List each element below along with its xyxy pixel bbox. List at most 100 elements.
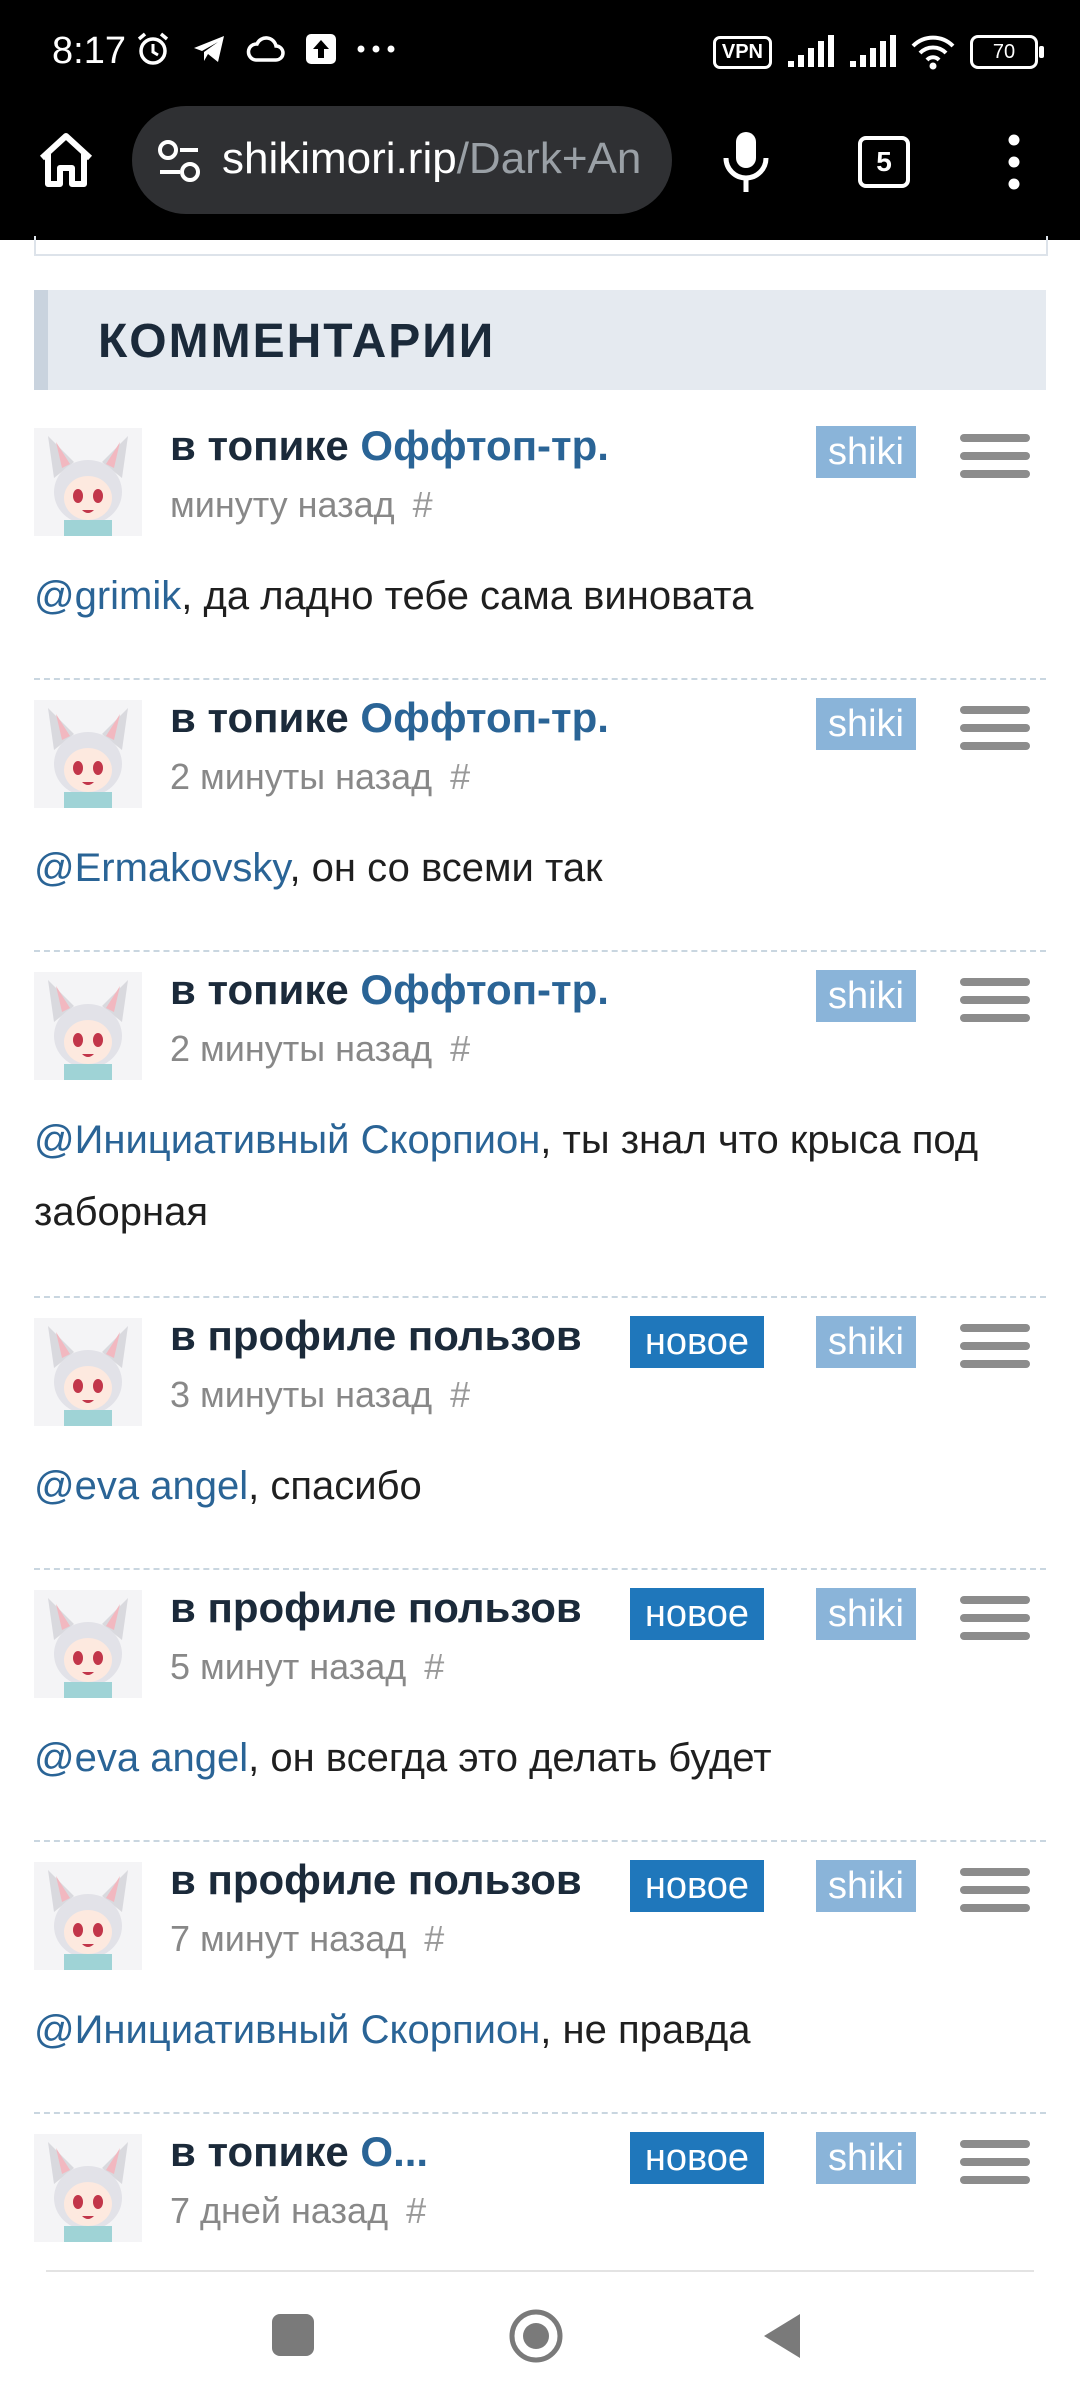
comment-time-text[interactable]: 3 минуты назад: [170, 1374, 432, 1415]
comment-time: 2 минуты назад #: [170, 756, 470, 798]
system-navigation-bar: [0, 2270, 1080, 2400]
shiki-badge: shiki: [816, 970, 916, 1022]
signal-icon: [788, 35, 834, 67]
comment-text: @Инициативный Скорпион, не правда: [34, 1994, 1044, 2066]
comment-meta: в профиле пользова: [170, 1584, 580, 1632]
comment-prefix: в профиле пользова: [170, 1312, 580, 1359]
user-mention[interactable]: @grimik: [34, 574, 181, 618]
user-mention[interactable]: @eva angel: [34, 1736, 248, 1780]
permalink-hash[interactable]: #: [424, 1918, 444, 1959]
user-mention[interactable]: @Инициативный Скорпион: [34, 1118, 540, 1162]
more-options-icon[interactable]: [996, 132, 1032, 192]
shiki-badge: shiki: [816, 426, 916, 478]
comment-time: 7 дней назад #: [170, 2190, 426, 2232]
comment-meta: в топике Оффтоп-тр...: [170, 422, 610, 470]
site-settings-icon[interactable]: [154, 136, 204, 186]
more-notifications-icon: [357, 45, 395, 53]
avatar[interactable]: [34, 1318, 142, 1426]
upload-icon: [306, 34, 336, 64]
avatar[interactable]: [34, 428, 142, 536]
topic-link[interactable]: О...: [360, 2128, 428, 2175]
comment-meta: в топике О...: [170, 2128, 580, 2176]
home-icon[interactable]: [34, 128, 98, 192]
wifi-icon: [911, 35, 955, 70]
new-badge: новое: [630, 1860, 764, 1912]
address-bar[interactable]: shikimori.rip/Dark+An: [132, 106, 672, 214]
avatar[interactable]: [34, 2134, 142, 2242]
comment-time: минуту назад #: [170, 484, 433, 526]
comment-menu-button[interactable]: [960, 1324, 1030, 1380]
user-mention[interactable]: @Ermakovsky: [34, 846, 289, 890]
comment-time-text[interactable]: 5 минут назад: [170, 1646, 406, 1687]
comment-item: в топике Оффтоп-тр... 2 минуты назад # sh…: [0, 682, 1080, 954]
telegram-icon: [194, 36, 224, 62]
comment-text: @eva angel, он всегда это делать будет: [34, 1722, 1044, 1794]
comment-body: , он всегда это делать будет: [248, 1736, 772, 1780]
comment-prefix: в топике: [170, 422, 361, 469]
topic-link[interactable]: Оффтоп-тр...: [360, 966, 610, 1013]
status-notification-icons: [134, 30, 396, 68]
comment-prefix: в профиле пользова: [170, 1584, 580, 1631]
comment-time-text[interactable]: 7 дней назад: [170, 2190, 388, 2231]
comment-time: 3 минуты назад #: [170, 1374, 470, 1416]
shiki-badge: shiki: [816, 698, 916, 750]
permalink-hash[interactable]: #: [406, 2190, 426, 2231]
shiki-badge: shiki: [816, 1860, 916, 1912]
vpn-icon: VPN: [712, 35, 772, 69]
avatar[interactable]: [34, 1590, 142, 1698]
comment-time-text[interactable]: 2 минуты назад: [170, 1028, 432, 1069]
comment-menu-button[interactable]: [960, 706, 1030, 762]
avatar[interactable]: [34, 700, 142, 808]
permalink-hash[interactable]: #: [450, 756, 470, 797]
comment-prefix: в топике: [170, 966, 361, 1013]
url-path: /Dark+An: [456, 134, 642, 183]
status-time: 8:17: [52, 30, 126, 72]
comment-menu-button[interactable]: [960, 978, 1030, 1034]
previous-block-edge: [34, 236, 1048, 256]
recents-icon[interactable]: [272, 2314, 314, 2356]
comment-menu-button[interactable]: [960, 1596, 1030, 1652]
avatar[interactable]: [34, 972, 142, 1080]
comment-time-text[interactable]: минуту назад: [170, 484, 395, 525]
comment-item: в профиле пользова 3 минуты назад # новое…: [0, 1300, 1080, 1572]
comment-prefix: в топике: [170, 2128, 361, 2175]
permalink-hash[interactable]: #: [450, 1374, 470, 1415]
comment-time-text[interactable]: 7 минут назад: [170, 1918, 406, 1959]
new-badge: новое: [630, 1588, 764, 1640]
url-text[interactable]: shikimori.rip/Dark+An: [222, 134, 652, 184]
comment-body: , он со всеми так: [289, 846, 603, 890]
comment-item: в топике Оффтоп-тр... минуту назад # shik…: [0, 410, 1080, 682]
comment-time: 5 минут назад #: [170, 1646, 444, 1688]
permalink-hash[interactable]: #: [424, 1646, 444, 1687]
comment-separator: [34, 1296, 1046, 1298]
nav-divider: [46, 2270, 1034, 2272]
user-mention[interactable]: @Инициативный Скорпион: [34, 2008, 540, 2052]
comment-time: 7 минут назад #: [170, 1918, 444, 1960]
tab-switcher-button[interactable]: 5: [858, 136, 910, 188]
cloud-icon: [246, 36, 285, 62]
comment-meta: в топике Оффтоп-тр...: [170, 966, 610, 1014]
permalink-hash[interactable]: #: [450, 1028, 470, 1069]
back-icon[interactable]: [760, 2310, 804, 2362]
comment-menu-button[interactable]: [960, 434, 1030, 490]
comment-time: 2 минуты назад #: [170, 1028, 470, 1070]
comments-list: в топике Оффтоп-тр... минуту назад # shik…: [0, 410, 1080, 2388]
comment-meta: в профиле пользова: [170, 1312, 580, 1360]
avatar[interactable]: [34, 1862, 142, 1970]
comment-time-text[interactable]: 2 минуты назад: [170, 756, 432, 797]
alarm-icon: [137, 32, 169, 65]
comment-item: в топике Оффтоп-тр... 2 минуты назад # sh…: [0, 954, 1080, 1300]
section-title: КОММЕНТАРИИ: [98, 315, 496, 368]
comment-menu-button[interactable]: [960, 1868, 1030, 1924]
comment-separator: [34, 1840, 1046, 1842]
topic-link[interactable]: Оффтоп-тр...: [360, 694, 610, 741]
home-circle-icon[interactable]: [508, 2308, 564, 2364]
user-mention[interactable]: @eva angel: [34, 1464, 248, 1508]
comment-item: в профиле пользова 5 минут назад # новое …: [0, 1572, 1080, 1844]
comment-separator: [34, 2112, 1046, 2114]
topic-link[interactable]: Оффтоп-тр...: [360, 422, 610, 469]
microphone-icon[interactable]: [716, 130, 776, 194]
permalink-hash[interactable]: #: [413, 484, 433, 525]
comment-menu-button[interactable]: [960, 2140, 1030, 2196]
comment-body: , да ладно тебе сама виновата: [181, 574, 754, 618]
